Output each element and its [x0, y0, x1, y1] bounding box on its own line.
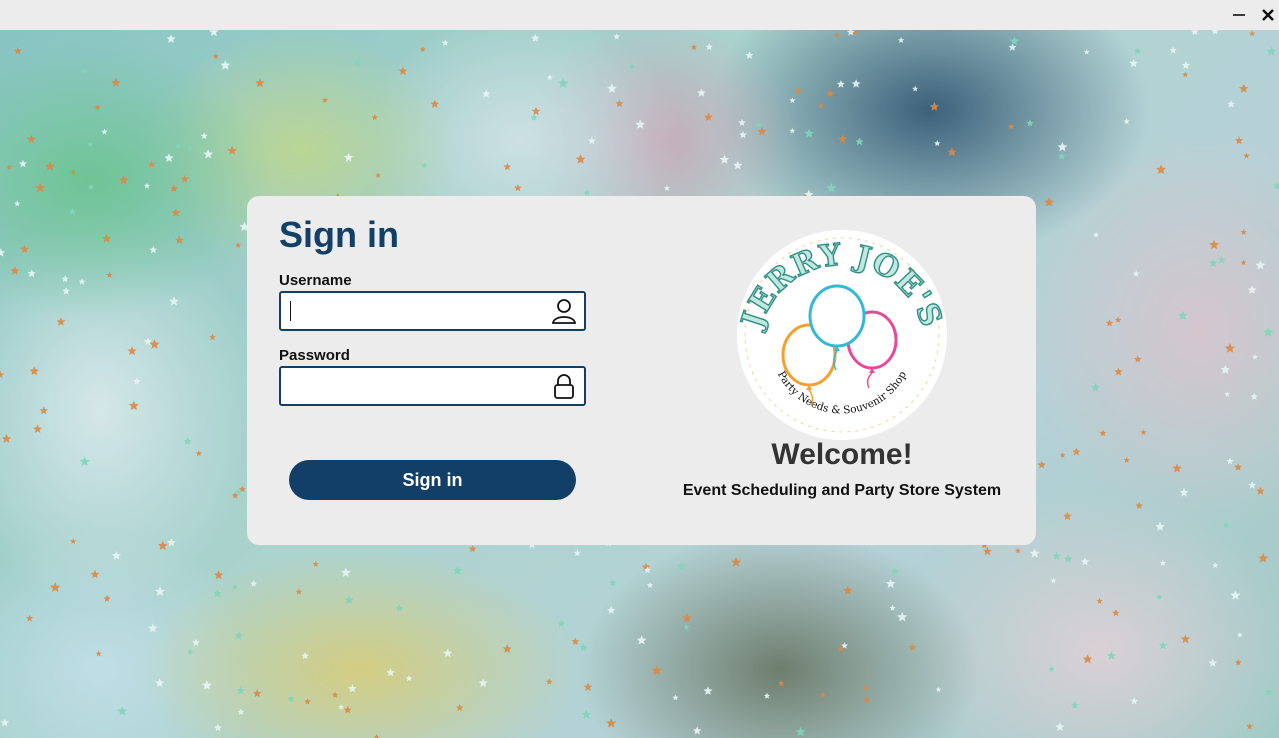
close-icon — [1262, 9, 1274, 21]
welcome-heading: Welcome! — [771, 438, 913, 471]
jerry-joes-logo: JERRY JOE'S Party Needs & Souvenir Shop — [733, 230, 949, 440]
signin-button[interactable]: Sign in — [289, 460, 576, 500]
lock-icon — [554, 374, 574, 399]
login-card: Sign in Username Password Sign in JERRY … — [247, 196, 1036, 545]
password-input[interactable] — [289, 372, 543, 402]
password-field-box[interactable] — [279, 366, 586, 406]
minimize-button[interactable] — [1224, 0, 1254, 30]
username-field-box[interactable] — [279, 291, 586, 331]
minimize-icon — [1233, 14, 1245, 16]
balloon-logo-graphic: JERRY JOE'S Party Needs & Souvenir Shop — [733, 237, 949, 433]
signin-title: Sign in — [279, 214, 399, 255]
password-label: Password — [279, 347, 350, 364]
text-caret — [290, 301, 291, 321]
user-icon — [551, 299, 577, 324]
username-label: Username — [279, 272, 352, 289]
close-button[interactable] — [1253, 0, 1279, 30]
title-bar — [0, 0, 1279, 30]
system-subtitle: Event Scheduling and Party Store System — [682, 482, 1002, 499]
username-input[interactable] — [289, 297, 543, 327]
